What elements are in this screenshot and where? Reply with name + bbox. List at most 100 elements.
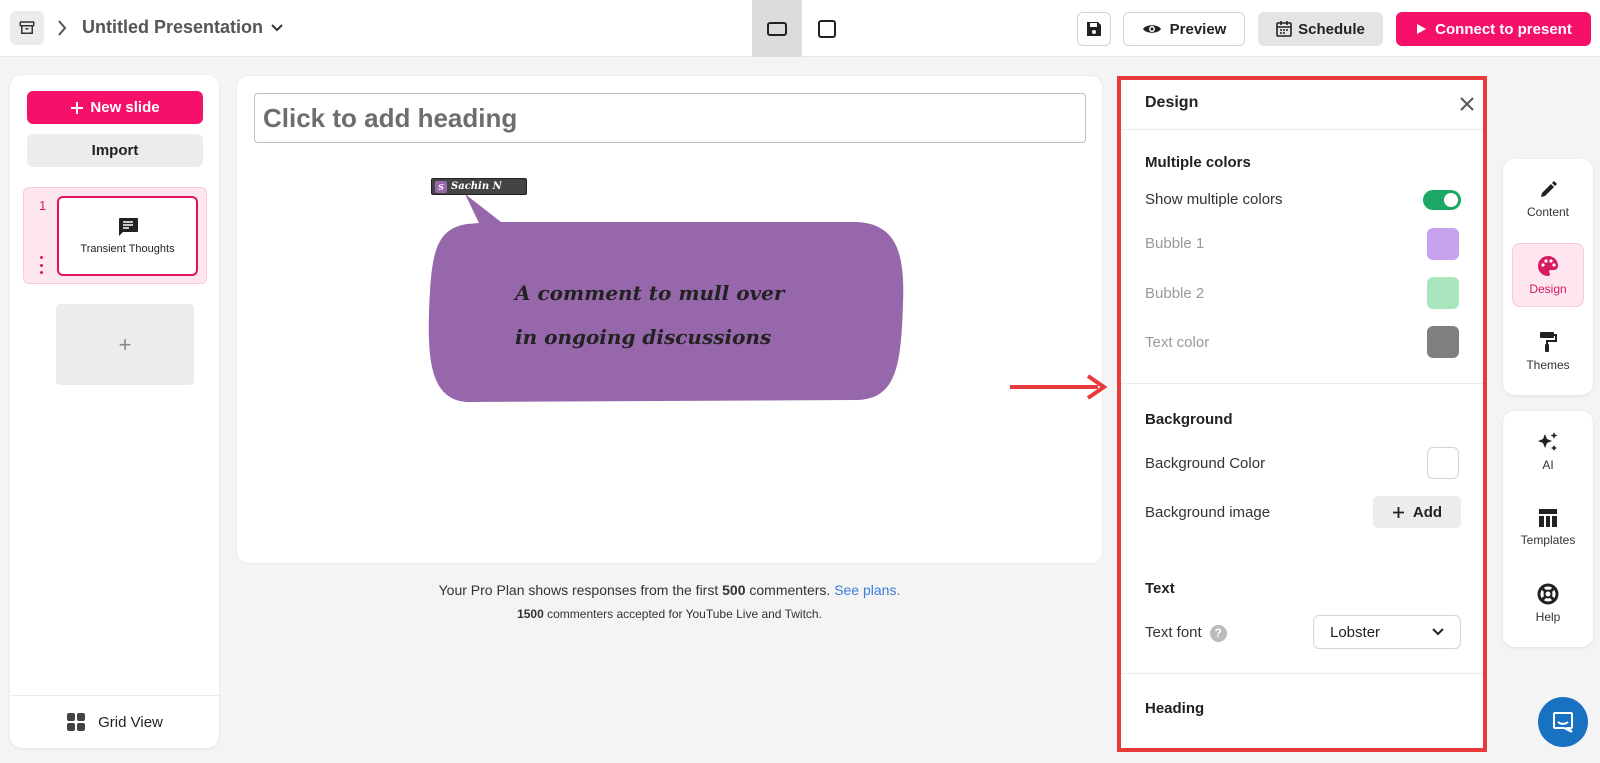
background-color-label: Background Color (1145, 455, 1266, 472)
preview-button[interactable]: Preview (1123, 12, 1245, 46)
multiple-colors-title: Multiple colors (1145, 154, 1251, 171)
add-slide-placeholder[interactable]: + (56, 304, 194, 385)
text-font-label-text: Text font (1145, 624, 1202, 641)
slide-item[interactable]: 1 Transient Thoughts (23, 187, 207, 284)
section-divider (1121, 383, 1483, 384)
themes-tab[interactable]: Themes (1512, 319, 1584, 383)
design-tab-label: Design (1529, 281, 1567, 296)
more-vertical-icon[interactable] (39, 256, 43, 274)
top-bar: Untitled Presentation Preview Schedule C… (0, 0, 1600, 57)
right-rail-top: Content Design Themes (1503, 159, 1593, 395)
text-color-label: Text color (1145, 334, 1210, 351)
comment-icon (118, 218, 138, 236)
background-color-swatch[interactable] (1427, 447, 1459, 479)
add-slide-symbol: + (118, 331, 132, 357)
text-section-title: Text (1145, 580, 1175, 597)
plan-note-2-suffix: commenters accepted for YouTube Live and… (543, 607, 822, 621)
ai-tab[interactable]: AI (1512, 419, 1584, 483)
new-slide-label: New slide (90, 99, 160, 116)
pencil-icon (1541, 180, 1557, 197)
themes-tab-label: Themes (1526, 357, 1570, 372)
text-font-select[interactable]: Lobster (1313, 615, 1461, 649)
commenter-name: Sachin N (451, 181, 502, 192)
lifebuoy-icon (1537, 583, 1559, 604)
play-icon (1417, 24, 1427, 34)
grid-view-button[interactable]: Grid View (10, 695, 219, 748)
eye-icon (1142, 25, 1161, 33)
heading-placeholder: Click to add heading (263, 102, 518, 133)
text-font-value: Lobster (1330, 623, 1381, 641)
bubble-line-2: in ongoing discussions (515, 325, 772, 349)
close-icon[interactable] (1457, 94, 1477, 114)
view-switcher (752, 0, 852, 57)
show-multiple-colors-toggle[interactable] (1423, 190, 1461, 210)
chat-icon (1553, 712, 1573, 733)
widescreen-view-button[interactable] (752, 0, 802, 57)
chevron-down-icon (1432, 628, 1444, 636)
ai-tab-label: AI (1542, 457, 1554, 472)
plan-note-2-count: 1500 (517, 607, 544, 621)
chevron-down-icon (271, 23, 283, 31)
design-panel: Design Multiple colors Show multiple col… (1117, 76, 1487, 752)
content-tab-label: Content (1526, 204, 1570, 219)
import-label: Import (91, 142, 139, 159)
heading-input[interactable]: Click to add heading (254, 93, 1086, 143)
home-button[interactable] (10, 11, 44, 45)
bubble-2-label: Bubble 2 (1145, 285, 1205, 302)
bubble-text: A comment to mull over in ongoing discus… (515, 271, 845, 359)
new-slide-button[interactable]: New slide (27, 91, 203, 124)
text-font-label: Text font? (1145, 624, 1227, 642)
design-panel-title: Design (1145, 94, 1199, 111)
right-rail-bottom: AI Templates Help (1503, 411, 1593, 647)
slide-thumbnail-label: Transient Thoughts (80, 243, 175, 255)
presentation-title-text: Untitled Presentation (82, 17, 264, 37)
content-tab[interactable]: Content (1512, 167, 1584, 231)
see-plans-link[interactable]: See plans. (834, 582, 900, 598)
plan-note: Your Pro Plan shows responses from the f… (236, 582, 1103, 598)
calendar-icon (1276, 21, 1292, 37)
bubble-1-label: Bubble 1 (1145, 235, 1205, 252)
import-button[interactable]: Import (27, 134, 203, 167)
help-tab[interactable]: Help (1512, 571, 1584, 635)
commenter-avatar: S (435, 180, 447, 193)
save-button[interactable] (1077, 12, 1111, 46)
commenter-tag: S Sachin N (431, 178, 527, 195)
add-label: Add (1412, 503, 1443, 521)
plan-note-suffix: commenters. (745, 582, 835, 598)
plus-icon (71, 101, 84, 114)
chevron-right-icon (54, 17, 70, 39)
bubble-1-swatch[interactable] (1427, 228, 1459, 260)
chat-launcher-button[interactable] (1538, 697, 1588, 747)
plan-note-prefix: Your Pro Plan shows responses from the f… (438, 582, 723, 598)
schedule-button[interactable]: Schedule (1258, 12, 1383, 46)
archive-icon (19, 21, 35, 34)
section-divider (1121, 673, 1483, 674)
templates-tab-label: Templates (1520, 532, 1576, 547)
preview-label: Preview (1169, 20, 1227, 38)
connect-to-present-button[interactable]: Connect to present (1396, 12, 1591, 46)
annotation-arrow-icon (1010, 374, 1108, 400)
square-view-button[interactable] (802, 0, 852, 57)
paint-roller-icon (1540, 331, 1557, 352)
background-title: Background (1145, 411, 1233, 428)
help-tab-label: Help (1535, 609, 1561, 624)
heading-section-title: Heading (1145, 700, 1205, 717)
show-multiple-colors-label: Show multiple colors (1145, 191, 1283, 208)
plus-icon (1392, 506, 1404, 518)
slide-thumbnail[interactable]: Transient Thoughts (57, 196, 198, 276)
plan-note-count: 500 (722, 582, 746, 598)
plan-note-secondary: 1500 commenters accepted for YouTube Liv… (236, 607, 1103, 621)
design-panel-header: Design (1121, 80, 1483, 130)
add-background-image-button[interactable]: Add (1373, 496, 1461, 528)
palette-icon (1538, 255, 1558, 276)
help-icon[interactable]: ? (1209, 624, 1227, 642)
text-color-swatch[interactable] (1427, 326, 1459, 358)
templates-tab[interactable]: Templates (1512, 495, 1584, 559)
square-icon (818, 19, 836, 38)
slides-sidebar: New slide Import 1 Transient Thoughts + … (10, 75, 219, 748)
bubble-2-swatch[interactable] (1427, 277, 1459, 309)
slide-canvas: Click to add heading S Sachin N A commen… (236, 75, 1103, 564)
grid-icon (67, 713, 86, 731)
presentation-title[interactable]: Untitled Presentation (82, 17, 283, 38)
design-tab[interactable]: Design (1512, 243, 1584, 307)
